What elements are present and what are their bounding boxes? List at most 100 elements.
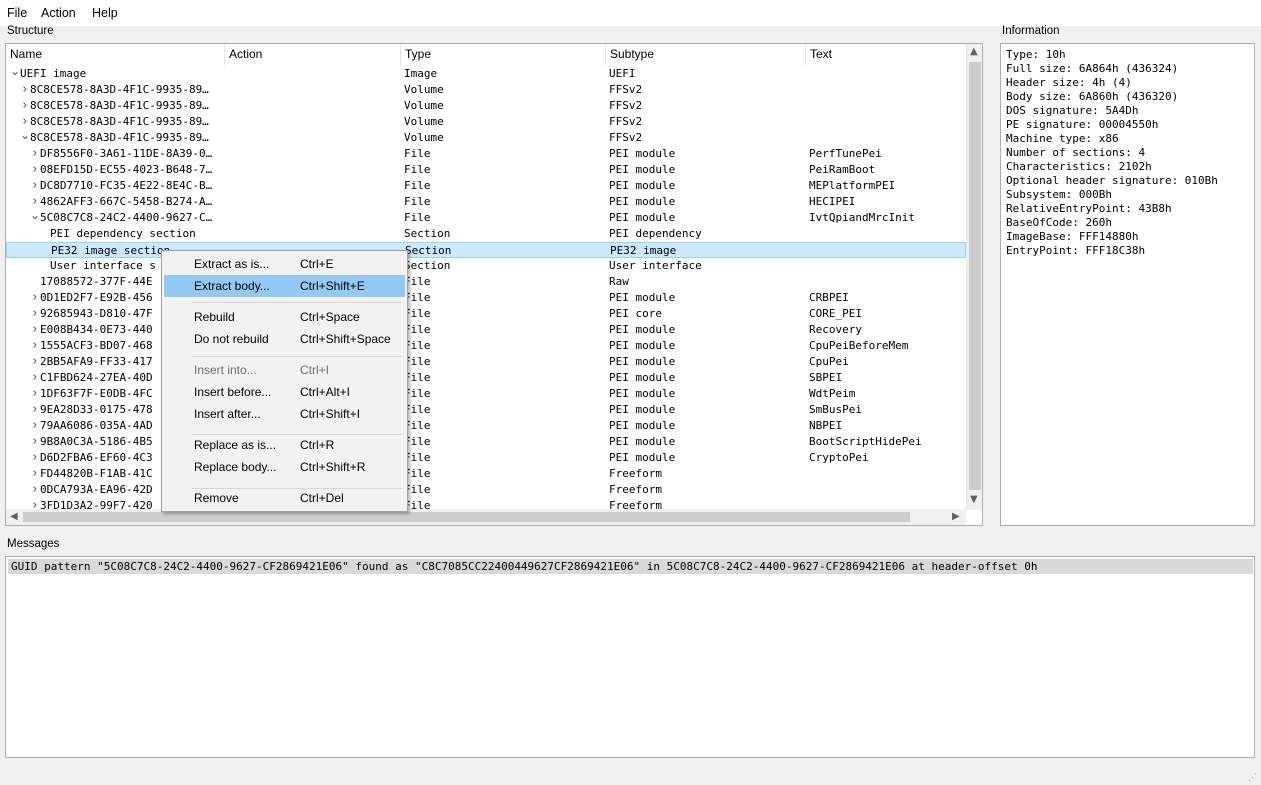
resize-grip-icon[interactable]: ⋰ — [1248, 772, 1258, 782]
collapsed-chevron-icon[interactable]: › — [30, 498, 40, 509]
tree-row[interactable]: › 9B8A0C3A-5186-4B5 File PEI module BootScri… — [6, 434, 966, 450]
col-subtype-header[interactable]: Subtype — [606, 44, 806, 65]
info-line: Optional header signature: 010Bh — [1006, 174, 1218, 187]
menu-item-rebuild[interactable]: Rebuild Ctrl+Space — [164, 306, 405, 328]
messages-list[interactable]: GUID pattern "5C08C7C8-24C2-4400-9627-CF… — [5, 556, 1255, 758]
collapsed-chevron-icon[interactable]: › — [30, 402, 40, 417]
tree-row[interactable]: › D6D2FBA6-EF60-4C3 File PEI module CryptoPe… — [6, 450, 966, 466]
expanded-chevron-icon[interactable]: ⌄ — [10, 66, 20, 77]
tree-row[interactable]: › 79AA6086-035A-4AD File PEI module NBPEI — [6, 418, 966, 434]
collapsed-chevron-icon[interactable]: › — [20, 98, 30, 113]
collapsed-chevron-icon[interactable]: › — [30, 322, 40, 337]
menu-help[interactable]: Help — [92, 6, 118, 20]
scroll-right-arrow-icon[interactable]: ▶ — [952, 511, 960, 522]
collapsed-chevron-icon[interactable]: › — [30, 450, 40, 465]
scroll-down-arrow-icon[interactable]: ▼ — [970, 494, 978, 505]
collapsed-chevron-icon[interactable]: › — [30, 482, 40, 497]
col-text-header[interactable]: Text — [806, 44, 966, 65]
menu-action[interactable]: Action — [41, 6, 76, 20]
tree-row[interactable]: › 8C8CE578-8A3D-4F1C-9935-89… Volume FFSv2 — [6, 114, 966, 130]
menu-item-replace-body[interactable]: Replace body... Ctrl+Shift+R — [164, 456, 405, 478]
menu-item-do-not-rebuild[interactable]: Do not rebuild Ctrl+Shift+Space — [164, 328, 405, 350]
menu-item-label: Replace as is... — [194, 438, 277, 452]
tree-row[interactable]: › C1FBD624-27EA-40D File PEI module SBPEI — [6, 370, 966, 386]
expanded-chevron-icon[interactable]: ⌄ — [30, 209, 40, 221]
col-name-header[interactable]: Name — [6, 44, 225, 65]
collapsed-chevron-icon[interactable]: › — [30, 386, 40, 401]
tree-row[interactable]: › 1555ACF3-BD07-468 File PEI module CpuPeiBe… — [6, 338, 966, 354]
horizontal-scroll-thumb[interactable] — [23, 512, 910, 522]
tree-row[interactable]: User interface s Section User interface — [6, 258, 966, 274]
collapsed-chevron-icon[interactable]: › — [30, 434, 40, 449]
collapsed-chevron-icon[interactable]: › — [30, 466, 40, 481]
tree-row[interactable]: › FD44820B-F1AB-41C File Freeform — [6, 466, 966, 482]
collapsed-chevron-icon[interactable]: › — [20, 82, 30, 97]
cell-subtype: PEI module — [609, 387, 676, 400]
message-item[interactable]: GUID pattern "5C08C7C8-24C2-4400-9627-CF… — [8, 559, 1253, 574]
tree-row[interactable]: ⌄ 8C8CE578-8A3D-4F1C-9935-89… Volume FFSv2 — [6, 129, 966, 146]
collapsed-chevron-icon[interactable]: › — [30, 370, 40, 385]
menu-item-extract-body[interactable]: Extract body... Ctrl+Shift+E — [164, 275, 405, 297]
tree-row[interactable]: ⌄ 5C08C7C8-24C2-4400-9627-C… File PEI modul… — [6, 209, 966, 226]
menu-item-label: Remove — [194, 491, 239, 505]
cell-name: 8C8CE578-8A3D-4F1C-9935-89… — [30, 115, 209, 128]
cell-text: SBPEI — [809, 371, 843, 384]
tree-row[interactable]: › 0D1ED2F7-E92B-456 File PEI module CRBPEI — [6, 290, 966, 306]
tree-row[interactable]: › 4862AFF3-667C-5458-B274-A… File PEI modul… — [6, 194, 966, 210]
collapsed-chevron-icon[interactable]: › — [30, 338, 40, 353]
collapsed-chevron-icon[interactable]: › — [30, 290, 40, 305]
cell-subtype: FFSv2 — [609, 83, 643, 96]
menu-item-extract-as-is[interactable]: Extract as is... Ctrl+E — [164, 253, 405, 275]
collapsed-chevron-icon[interactable]: › — [30, 306, 40, 321]
tree-row[interactable]: › E008B434-0E73-440 File PEI module Recovery — [6, 322, 966, 338]
collapsed-chevron-icon[interactable]: › — [30, 162, 40, 177]
menu-item-insert-after[interactable]: Insert after... Ctrl+Shift+I — [164, 403, 405, 425]
cell-subtype: UEFI — [609, 67, 636, 80]
tree-horizontal-scrollbar[interactable]: ◀ ▶ — [6, 509, 966, 525]
tree-row[interactable]: › DF8556F0-3A61-11DE-8A39-0… File PEI modul… — [6, 146, 966, 162]
tree-row[interactable]: › 3FD1D3A2-99F7-420 File Freeform — [6, 498, 966, 509]
collapsed-chevron-icon[interactable]: › — [30, 146, 40, 161]
tree-row[interactable]: PEI dependency section Section PEI depende… — [6, 226, 966, 242]
menu-file[interactable]: File — [7, 6, 27, 20]
menu-item-insert-before[interactable]: Insert before... Ctrl+Alt+I — [164, 381, 405, 403]
information-panel[interactable]: Type: 10h Full size: 6A864h (436324) Heade… — [1000, 43, 1255, 526]
cell-subtype: PEI dependency — [609, 227, 702, 240]
info-line: Number of sections: 4 — [1006, 146, 1146, 159]
menu-item-shortcut: Ctrl+I — [300, 363, 330, 377]
menu-item-replace-as-is[interactable]: Replace as is... Ctrl+R — [164, 434, 405, 456]
cell-subtype: PEI module — [609, 291, 676, 304]
tree-row[interactable]: ⌄ UEFI image Image UEFI — [6, 66, 966, 82]
tree-row[interactable]: › 8C8CE578-8A3D-4F1C-9935-89… Volume FFSv2 — [6, 82, 966, 98]
collapsed-chevron-icon[interactable]: › — [30, 354, 40, 369]
tree-row[interactable]: › 2BB5AFA9-FF33-417 File PEI module CpuPei — [6, 354, 966, 370]
col-action-header[interactable]: Action — [225, 44, 401, 65]
tree-row[interactable]: 17088572-377F-44E File Raw — [6, 274, 966, 290]
tree-row[interactable]: › 1DF63F7F-E0DB-4FC File PEI module WdtPeim — [6, 386, 966, 402]
expanded-chevron-icon[interactable]: ⌄ — [20, 129, 30, 141]
menu-item-label: Do not rebuild — [194, 332, 269, 346]
tree-row[interactable]: › DC8D7710-FC35-4E22-8E4C-B… File PEI modul… — [6, 178, 966, 194]
cell-name: 08EFD15D-EC55-4023-B648-7… — [40, 163, 213, 176]
tree-row[interactable]: › 9EA28D33-0175-478 File PEI module SmBusPei — [6, 402, 966, 418]
tree-row[interactable]: › 08EFD15D-EC55-4023-B648-7… File PEI modul… — [6, 162, 966, 178]
tree-row[interactable]: › 0DCA793A-EA96-42D File Freeform — [6, 482, 966, 498]
tree-row[interactable]: PE32 image section Section PE32 image — [6, 242, 966, 258]
collapsed-chevron-icon[interactable]: › — [30, 418, 40, 433]
collapsed-chevron-icon[interactable]: › — [30, 178, 40, 193]
structure-tree[interactable]: Name Action Type Subtype Text ⌄ UEFI imag… — [5, 43, 983, 526]
menu-item-shortcut: Ctrl+Shift+R — [300, 460, 366, 474]
scroll-up-arrow-icon[interactable]: ▲ — [970, 46, 978, 57]
cell-text: CryptoPei — [809, 451, 869, 464]
tree-row[interactable]: › 92685943-D810-47F File PEI core CORE_PEI — [6, 306, 966, 322]
menu-item-remove[interactable]: Remove Ctrl+Del — [164, 487, 405, 509]
tree-row[interactable]: › 8C8CE578-8A3D-4F1C-9935-89… Volume FFSv2 — [6, 98, 966, 114]
vertical-scroll-thumb[interactable] — [969, 62, 981, 490]
collapsed-chevron-icon[interactable]: › — [20, 114, 30, 129]
scroll-left-arrow-icon[interactable]: ◀ — [10, 511, 18, 522]
collapsed-chevron-icon[interactable]: › — [30, 194, 40, 209]
cell-name: 5C08C7C8-24C2-4400-9627-C… — [40, 211, 213, 224]
cell-name: 8C8CE578-8A3D-4F1C-9935-89… — [30, 83, 209, 96]
col-type-header[interactable]: Type — [401, 44, 606, 65]
tree-vertical-scrollbar[interactable]: ▲ ▼ — [966, 44, 982, 510]
